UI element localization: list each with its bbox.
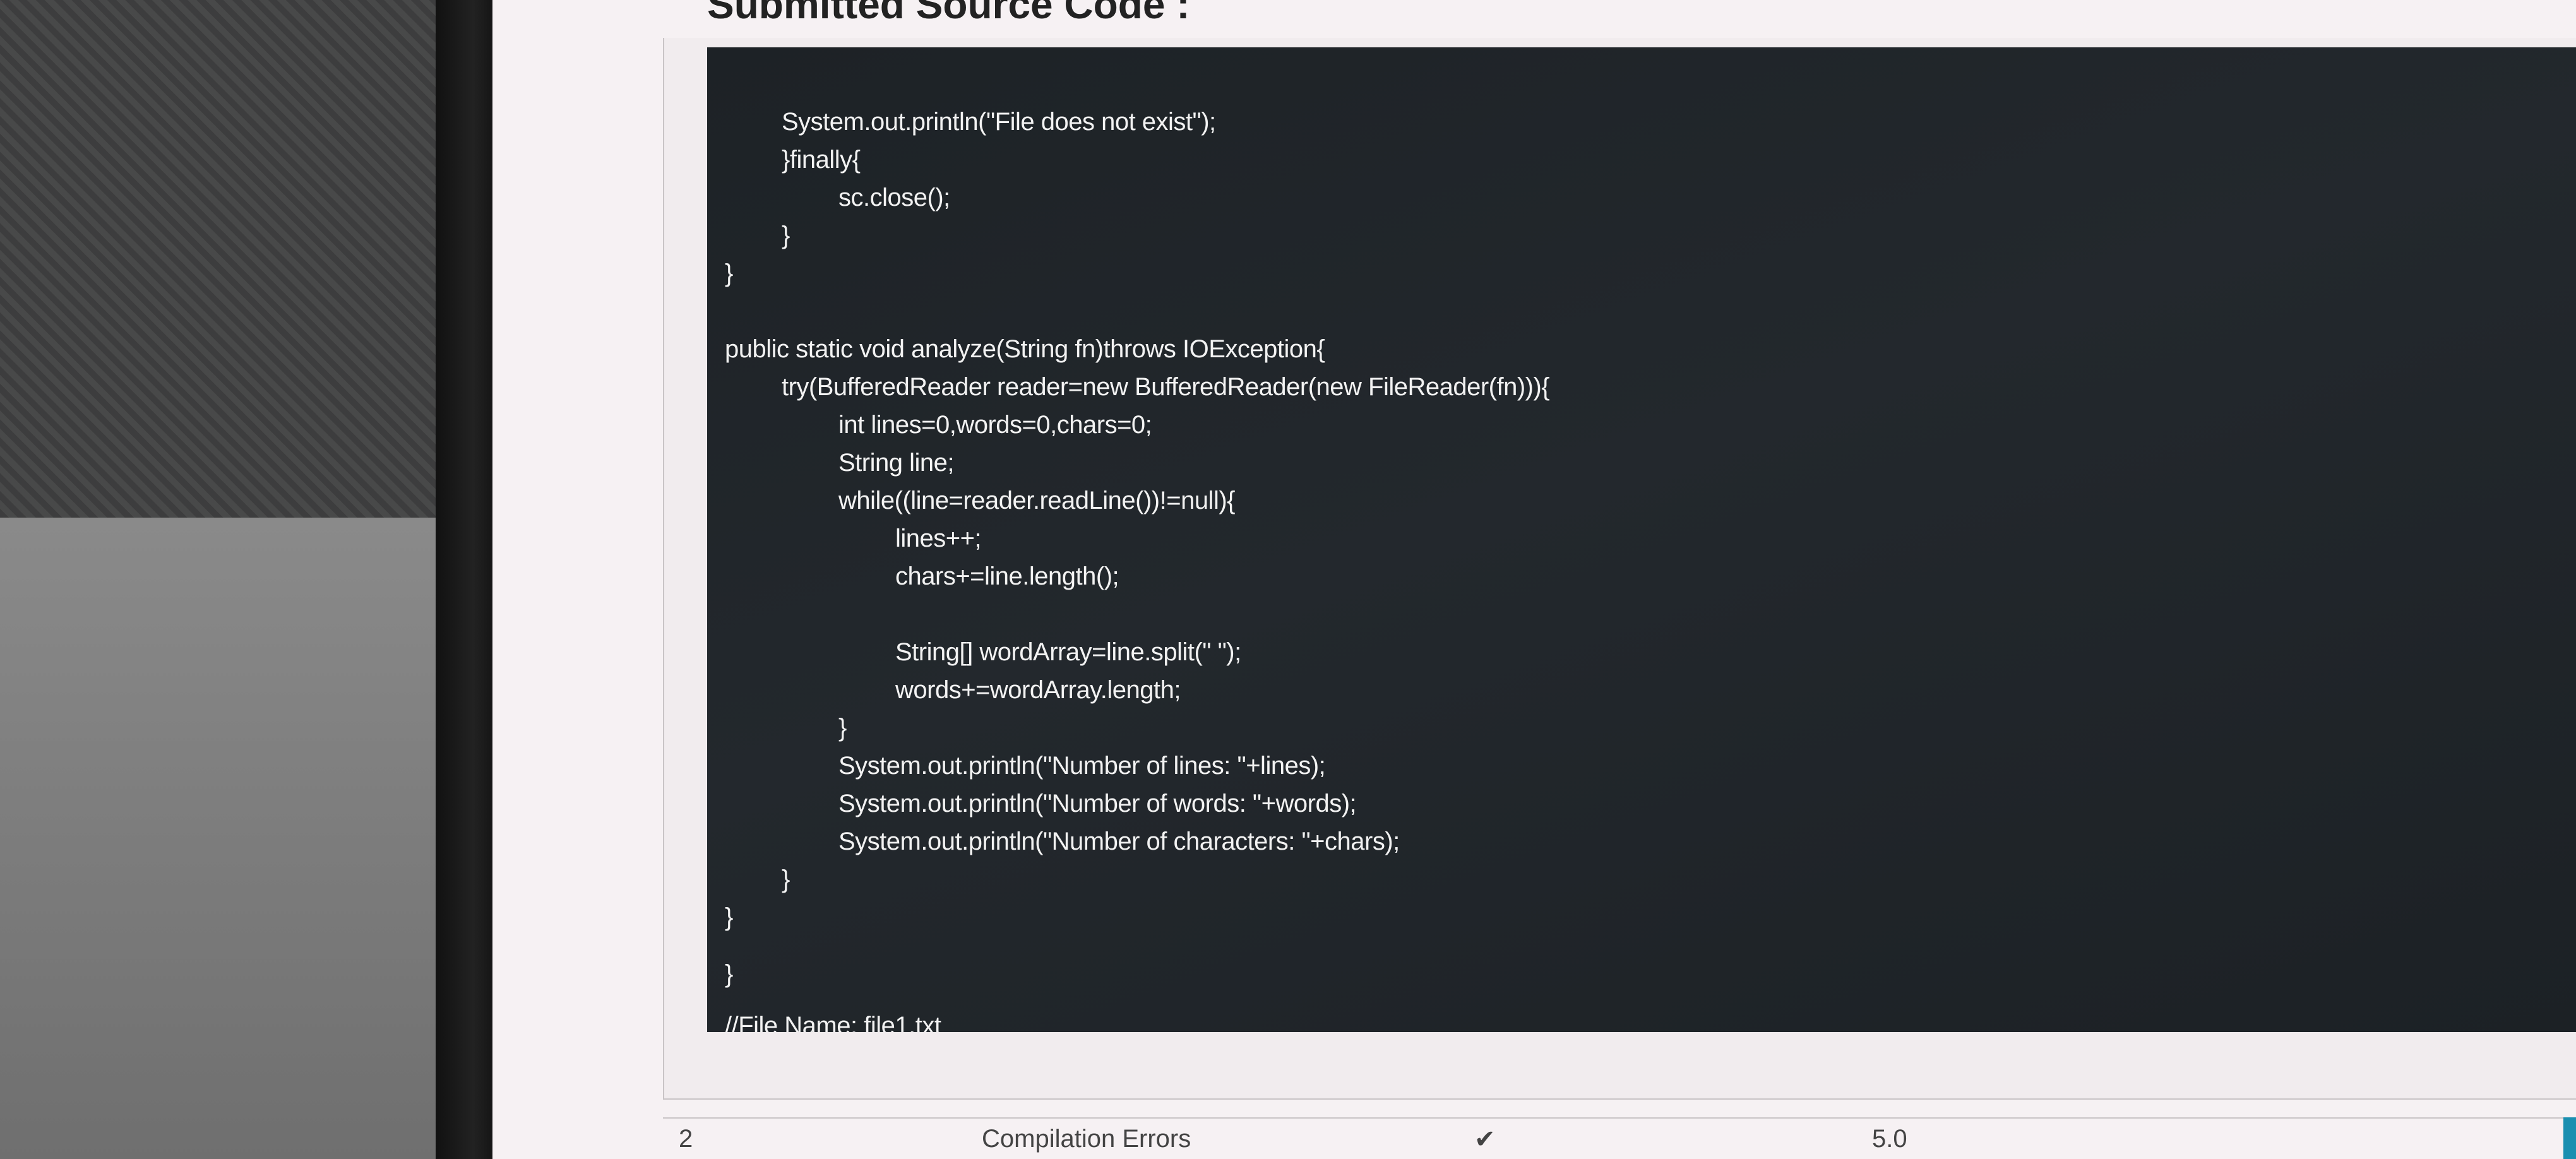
code-line: } — [725, 259, 733, 287]
code-line: chars+=line.length(); — [895, 562, 1119, 590]
code-line: } — [782, 222, 790, 249]
code-line: System.out.println("Number of characters… — [838, 828, 1400, 855]
code-line: sc.close(); — [838, 184, 950, 211]
code-line: System.out.println("File does not exist"… — [782, 108, 1216, 136]
code-line: } — [838, 714, 847, 742]
code-line: System.out.println("Number of lines: "+l… — [838, 752, 1326, 780]
checkmark-icon: ✔ — [1474, 1126, 1496, 1153]
monitor-bezel — [436, 0, 499, 1159]
code-line: while((line=reader.readLine())!=null){ — [838, 487, 1236, 514]
source-code-box[interactable]: System.out.println("File does not exist"… — [707, 47, 2576, 1032]
page-title: Submitted Source Code : — [707, 0, 1190, 27]
code-line: //File Name: file1.txt — [725, 1012, 941, 1032]
code-line: }finally{ — [782, 146, 861, 174]
code-line: int lines=0,words=0,chars=0; — [838, 411, 1152, 439]
code-line: String[] wordArray=line.split(" "); — [895, 638, 1241, 666]
code-line: String line; — [838, 449, 954, 477]
code-line: lines++; — [895, 525, 982, 552]
code-line: } — [782, 865, 790, 893]
result-table-row[interactable]: 2 Compilation Errors ✔ 5.0 — [663, 1117, 2576, 1159]
row-status: Compilation Errors — [982, 1125, 1191, 1153]
code-line: } — [725, 960, 733, 988]
background-chair — [0, 0, 442, 518]
code-line: try(BufferedReader reader=new BufferedRe… — [782, 373, 1550, 401]
code-line: words+=wordArray.length; — [895, 676, 1181, 704]
row-index: 2 — [679, 1125, 693, 1153]
photo-scene: Submitted Source Code : System.out.print… — [0, 0, 2576, 1159]
code-line: public static void analyze(String fn)thr… — [725, 335, 1325, 363]
accent-bar — [2563, 1117, 2576, 1159]
row-score: 5.0 — [1872, 1125, 1907, 1153]
code-line: System.out.println("Number of words: "+w… — [838, 790, 1357, 817]
background-desk — [0, 518, 442, 1159]
code-line: } — [725, 903, 733, 931]
